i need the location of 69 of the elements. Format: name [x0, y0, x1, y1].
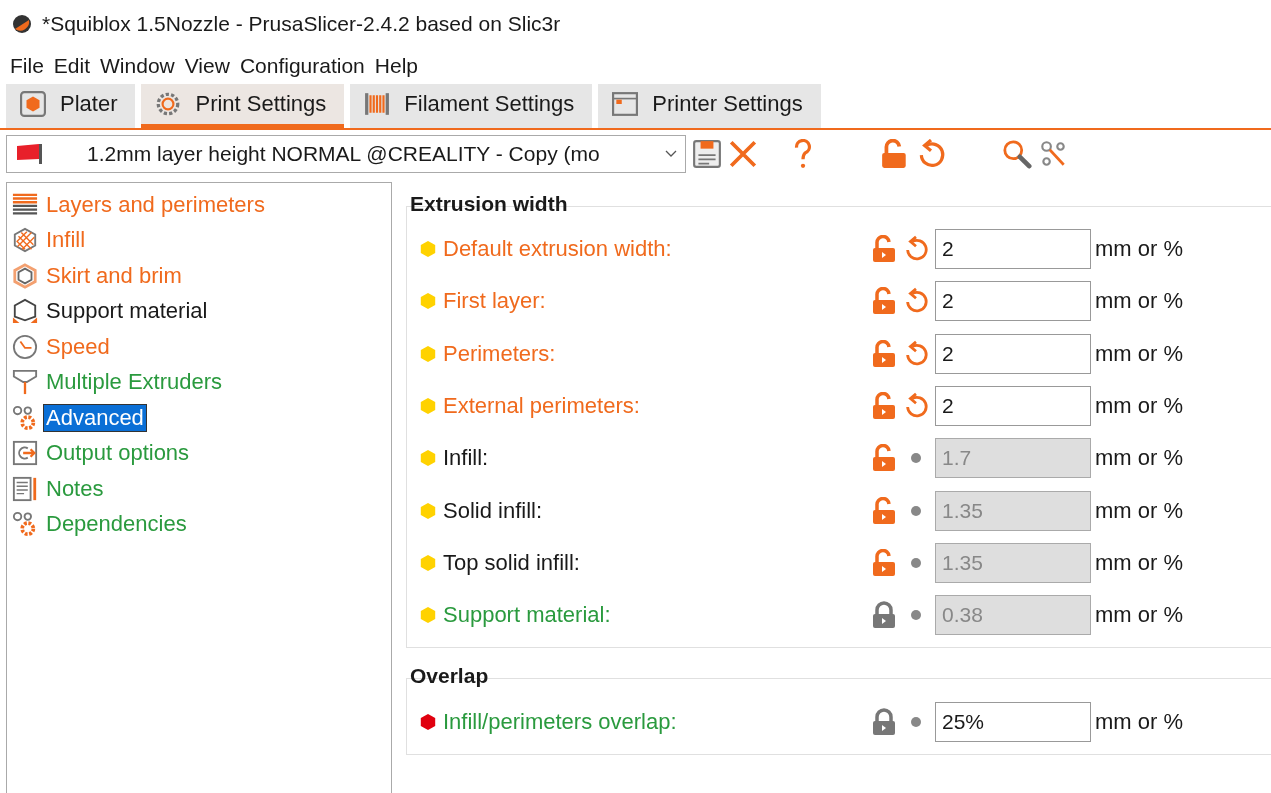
- setting-label: Solid infill:: [443, 497, 544, 524]
- menu-item[interactable]: View: [184, 54, 230, 78]
- sidebar-item[interactable]: Advanced: [44, 404, 146, 431]
- gear-icon: [155, 91, 182, 117]
- unit-label: mm or %: [1095, 497, 1183, 524]
- unit-label: mm or %: [1095, 602, 1183, 629]
- unlocked-lock-icon[interactable]: [871, 339, 897, 368]
- lock-icon[interactable]: [871, 707, 897, 736]
- group-title: Overlap: [409, 664, 490, 690]
- unit-label: mm or %: [1095, 549, 1183, 576]
- sidebar-item[interactable]: Multiple Extruders: [44, 369, 225, 396]
- menu-item[interactable]: Edit: [53, 54, 91, 78]
- export-icon: [12, 440, 38, 467]
- sidebar-item[interactable]: Notes: [44, 475, 106, 502]
- printer-icon: [612, 91, 639, 117]
- app-logo-icon: [12, 14, 32, 34]
- sidebar-item[interactable]: Dependencies: [44, 511, 189, 538]
- infill-icon: [12, 227, 38, 254]
- tab[interactable]: Print Settings: [141, 84, 345, 128]
- menu-item[interactable]: Help: [374, 54, 418, 78]
- tab[interactable]: Plater: [6, 84, 136, 128]
- unlocked-lock-icon[interactable]: [871, 235, 897, 264]
- value-field[interactable]: 2: [935, 229, 1091, 270]
- unit-label: mm or %: [1095, 236, 1183, 263]
- setting-label: Top solid infill:: [443, 549, 581, 576]
- menu-item[interactable]: Window: [100, 54, 175, 78]
- tab[interactable]: Printer Settings: [598, 84, 821, 128]
- unit-label: mm or %: [1095, 288, 1183, 315]
- unlocked-lock-icon[interactable]: [871, 287, 897, 316]
- setting-label: Support material:: [443, 602, 612, 629]
- setting-label: Infill:: [443, 445, 490, 472]
- tab[interactable]: Filament Settings: [350, 84, 593, 128]
- menu-item[interactable]: Configuration: [239, 54, 365, 78]
- gears-icon: [12, 404, 38, 431]
- setting-label: Default extrusion width:: [443, 236, 673, 263]
- hexagon-icon: [12, 262, 38, 289]
- spool-icon: [364, 91, 391, 117]
- value-field[interactable]: 2: [935, 333, 1091, 374]
- unit-label: mm or %: [1095, 445, 1183, 472]
- setting-label: External perimeters:: [443, 393, 641, 420]
- gear-search-icon[interactable]: [1038, 139, 1068, 169]
- notes-icon: [12, 475, 38, 502]
- setting-label: Infill/perimeters overlap:: [443, 708, 678, 735]
- unit-label: mm or %: [1095, 340, 1183, 367]
- unlocked-lock-icon[interactable]: [871, 392, 897, 421]
- flag-icon: [15, 143, 45, 165]
- close-icon[interactable]: [728, 139, 758, 169]
- setting-label: First layer:: [443, 288, 547, 315]
- group-title: Extrusion width: [409, 192, 569, 217]
- search-icon[interactable]: [1002, 139, 1032, 169]
- unit-label: mm or %: [1095, 708, 1183, 735]
- unit-label: mm or %: [1095, 393, 1183, 420]
- gears-icon: [12, 511, 38, 538]
- save-icon[interactable]: [692, 139, 722, 169]
- preset-dropdown[interactable]: 1.2mm layer height NORMAL @CREALITY - Copy (mo: [6, 135, 686, 173]
- support-icon: [12, 298, 38, 325]
- clock-icon: [12, 333, 38, 360]
- window-title: *Squiblox 1.5Nozzle - PrusaSlicer-2.4.2 based on Slic3r: [42, 12, 561, 36]
- sidebar-item[interactable]: Output options: [44, 440, 192, 467]
- value-field[interactable]: 25%: [935, 701, 1091, 742]
- caret-icon: [665, 150, 677, 158]
- value-field[interactable]: 2: [935, 386, 1091, 427]
- value-field[interactable]: 2: [935, 281, 1091, 322]
- layers-icon: [12, 191, 38, 218]
- menu-item[interactable]: File: [10, 54, 44, 78]
- setting-label: Perimeters:: [443, 340, 557, 367]
- sidebar-item[interactable]: Support material: [44, 298, 210, 325]
- undo-arrow-icon[interactable]: [903, 339, 929, 368]
- nozzle-icon: [12, 369, 38, 396]
